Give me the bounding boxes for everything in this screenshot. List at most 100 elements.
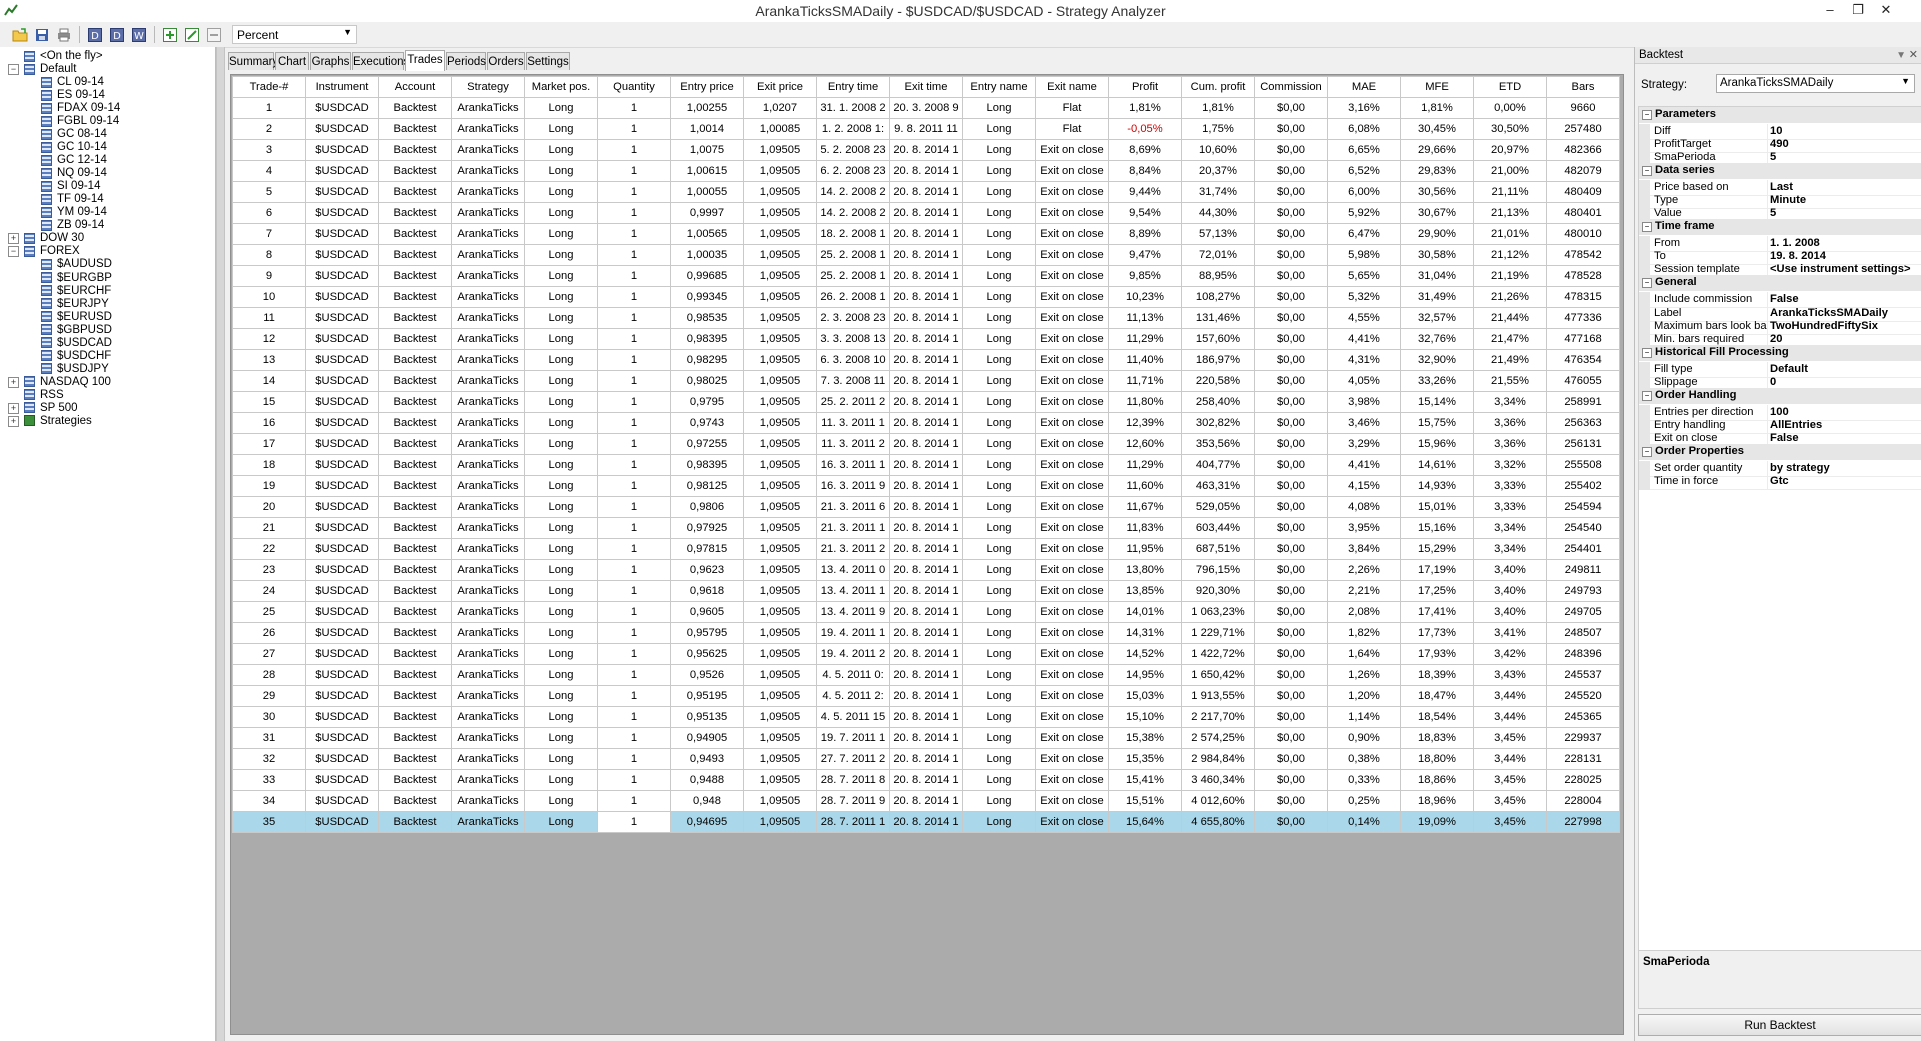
print-icon[interactable]: [55, 26, 72, 43]
tree-item[interactable]: + Strategies: [0, 413, 92, 429]
property-category[interactable]: − General: [1639, 275, 1921, 292]
property-value[interactable]: 20: [1770, 333, 1921, 345]
tab-periods[interactable]: Periods: [446, 52, 486, 70]
property-category[interactable]: − Historical Fill Processing: [1639, 344, 1921, 361]
column-header[interactable]: Entry name: [962, 76, 1036, 98]
column-header[interactable]: Market pos.: [524, 76, 598, 98]
column-header[interactable]: Exit time: [889, 76, 963, 98]
collapse-icon[interactable]: −: [1642, 110, 1652, 120]
save-icon[interactable]: [33, 26, 50, 43]
edit-icon[interactable]: [183, 26, 200, 43]
table-row[interactable]: 28 $USDCAD Backtest ArankaTicks Long 1 0,9526 1…: [232, 664, 1620, 686]
maximize-button[interactable]: ❐: [1844, 1, 1872, 19]
close-button[interactable]: ✕: [1872, 1, 1900, 19]
table-row[interactable]: 8 $USDCAD Backtest ArankaTicks Long 1 1,00035 1…: [232, 244, 1620, 266]
property-category[interactable]: − Parameters: [1639, 107, 1921, 123]
property-category[interactable]: − Time frame: [1639, 219, 1921, 236]
table-row[interactable]: 10 $USDCAD Backtest ArankaTicks Long 1 0,99345…: [232, 286, 1620, 308]
panel-splitter[interactable]: [216, 47, 225, 1041]
table-row[interactable]: 31 $USDCAD Backtest ArankaTicks Long 1 0,94905…: [232, 727, 1620, 749]
close-icon[interactable]: ✕: [1909, 47, 1918, 64]
bold-d-icon[interactable]: D: [86, 26, 103, 43]
table-row[interactable]: 3 $USDCAD Backtest ArankaTicks Long 1 1,0075 1,…: [232, 139, 1620, 161]
tab-graphs[interactable]: Graphs: [310, 52, 351, 70]
add-icon[interactable]: [161, 26, 178, 43]
collapse-icon[interactable]: −: [1642, 390, 1652, 401]
column-header[interactable]: Entry time: [816, 76, 890, 98]
column-header[interactable]: Bars: [1546, 76, 1620, 98]
column-header[interactable]: Trade-#: [232, 76, 306, 98]
column-header[interactable]: Cum. profit: [1181, 76, 1255, 98]
table-row[interactable]: 16 $USDCAD Backtest ArankaTicks Long 1 0,9743 1…: [232, 412, 1620, 434]
table-row[interactable]: 21 $USDCAD Backtest ArankaTicks Long 1 0,97925…: [232, 517, 1620, 539]
property-value[interactable]: AllEntries: [1770, 419, 1921, 431]
pin-icon[interactable]: ▼: [1896, 47, 1906, 64]
property-row[interactable]: Time in force Gtc: [1639, 473, 1921, 490]
column-header[interactable]: Strategy: [451, 76, 525, 98]
column-header[interactable]: Exit name: [1035, 76, 1109, 98]
column-header[interactable]: Commission: [1254, 76, 1328, 98]
table-row[interactable]: 26 $USDCAD Backtest ArankaTicks Long 1 0,95795…: [232, 622, 1620, 644]
table-row[interactable]: 29 $USDCAD Backtest ArankaTicks Long 1 0,95195…: [232, 685, 1620, 707]
table-row[interactable]: 33 $USDCAD Backtest ArankaTicks Long 1 0,9488 1…: [232, 769, 1620, 791]
property-value[interactable]: Default: [1770, 363, 1921, 375]
tab-trades[interactable]: Trades: [405, 50, 445, 71]
property-category[interactable]: − Data series: [1639, 163, 1921, 180]
property-value[interactable]: TwoHundredFiftySix: [1770, 320, 1921, 332]
collapse-icon[interactable]: −: [1642, 166, 1652, 177]
property-value[interactable]: Minute: [1770, 194, 1921, 206]
table-row[interactable]: 30 $USDCAD Backtest ArankaTicks Long 1 0,95135…: [232, 706, 1620, 728]
table-row[interactable]: 27 $USDCAD Backtest ArankaTicks Long 1 0,95625…: [232, 643, 1620, 665]
bold-d2-icon[interactable]: D: [108, 26, 125, 43]
collapse-icon[interactable]: −: [1642, 446, 1652, 457]
property-value[interactable]: False: [1770, 432, 1921, 444]
property-value[interactable]: Gtc: [1770, 475, 1921, 487]
table-row[interactable]: 13 $USDCAD Backtest ArankaTicks Long 1 0,98295…: [232, 349, 1620, 371]
table-row[interactable]: 15 $USDCAD Backtest ArankaTicks Long 1 0,9795 1…: [232, 391, 1620, 413]
table-row[interactable]: 12 $USDCAD Backtest ArankaTicks Long 1 0,98395…: [232, 328, 1620, 350]
expand-icon[interactable]: +: [8, 415, 19, 427]
table-row[interactable]: 25 $USDCAD Backtest ArankaTicks Long 1 0,9605 1…: [232, 601, 1620, 623]
table-row[interactable]: 5 $USDCAD Backtest ArankaTicks Long 1 1,00055 1…: [232, 181, 1620, 203]
property-value[interactable]: 1. 1. 2008: [1770, 237, 1921, 249]
table-row[interactable]: 6 $USDCAD Backtest ArankaTicks Long 1 0,9997 1,…: [232, 202, 1620, 224]
table-row[interactable]: 34 $USDCAD Backtest ArankaTicks Long 1 0,948 1,…: [232, 790, 1620, 812]
column-header[interactable]: Profit: [1108, 76, 1182, 98]
table-row[interactable]: 2 $USDCAD Backtest ArankaTicks Long 1 1,0014 1,…: [232, 118, 1620, 140]
strategy-select[interactable]: ArankaTicksSMADaily ▼: [1716, 74, 1915, 93]
table-row[interactable]: 18 $USDCAD Backtest ArankaTicks Long 1 0,98395…: [232, 454, 1620, 476]
tab-executions[interactable]: Executions: [352, 52, 409, 70]
column-header[interactable]: MAE: [1327, 76, 1401, 98]
table-row[interactable]: 32 $USDCAD Backtest ArankaTicks Long 1 0,9493 1…: [232, 748, 1620, 770]
table-row[interactable]: 11 $USDCAD Backtest ArankaTicks Long 1 0,98535…: [232, 307, 1620, 329]
table-row[interactable]: 24 $USDCAD Backtest ArankaTicks Long 1 0,9618 1…: [232, 580, 1620, 602]
property-value[interactable]: 100: [1770, 406, 1921, 418]
property-value[interactable]: 19. 8. 2014: [1770, 250, 1921, 262]
display-mode-select[interactable]: Percent ▼: [232, 25, 357, 44]
tab-summary[interactable]: Summary: [228, 52, 278, 70]
open-folder-icon[interactable]: [11, 26, 28, 43]
column-header[interactable]: MFE: [1400, 76, 1474, 98]
table-row[interactable]: 7 $USDCAD Backtest ArankaTicks Long 1 1,00565 1…: [232, 223, 1620, 245]
table-row[interactable]: 19 $USDCAD Backtest ArankaTicks Long 1 0,98125…: [232, 475, 1620, 497]
table-row[interactable]: 35 $USDCAD Backtest ArankaTicks Long 1 0,94695…: [232, 811, 1620, 833]
property-value[interactable]: 490: [1770, 138, 1921, 150]
table-row[interactable]: 17 $USDCAD Backtest ArankaTicks Long 1 0,97255…: [232, 433, 1620, 455]
table-row[interactable]: 14 $USDCAD Backtest ArankaTicks Long 1 0,98025…: [232, 370, 1620, 392]
column-header[interactable]: Entry price: [670, 76, 744, 98]
property-category[interactable]: − Order Handling: [1639, 387, 1921, 404]
tab-settings[interactable]: Settings: [526, 52, 570, 70]
property-value[interactable]: 5: [1770, 207, 1921, 219]
property-value[interactable]: ArankaTicksSMADaily: [1770, 307, 1921, 319]
table-row[interactable]: 22 $USDCAD Backtest ArankaTicks Long 1 0,97815…: [232, 538, 1620, 560]
column-header[interactable]: Quantity: [597, 76, 671, 98]
table-row[interactable]: 1 $USDCAD Backtest ArankaTicks Long 1 1,00255 1…: [232, 97, 1620, 119]
table-row[interactable]: 23 $USDCAD Backtest ArankaTicks Long 1 0,9623 1…: [232, 559, 1620, 581]
tab-orders[interactable]: Orders: [487, 52, 525, 70]
property-value[interactable]: Last: [1770, 181, 1921, 193]
collapse-icon[interactable]: −: [1642, 222, 1652, 233]
collapse-icon[interactable]: −: [1642, 278, 1652, 289]
property-value[interactable]: by strategy: [1770, 462, 1921, 474]
property-category[interactable]: − Order Properties: [1639, 443, 1921, 460]
table-row[interactable]: 20 $USDCAD Backtest ArankaTicks Long 1 0,9806 1…: [232, 496, 1620, 518]
